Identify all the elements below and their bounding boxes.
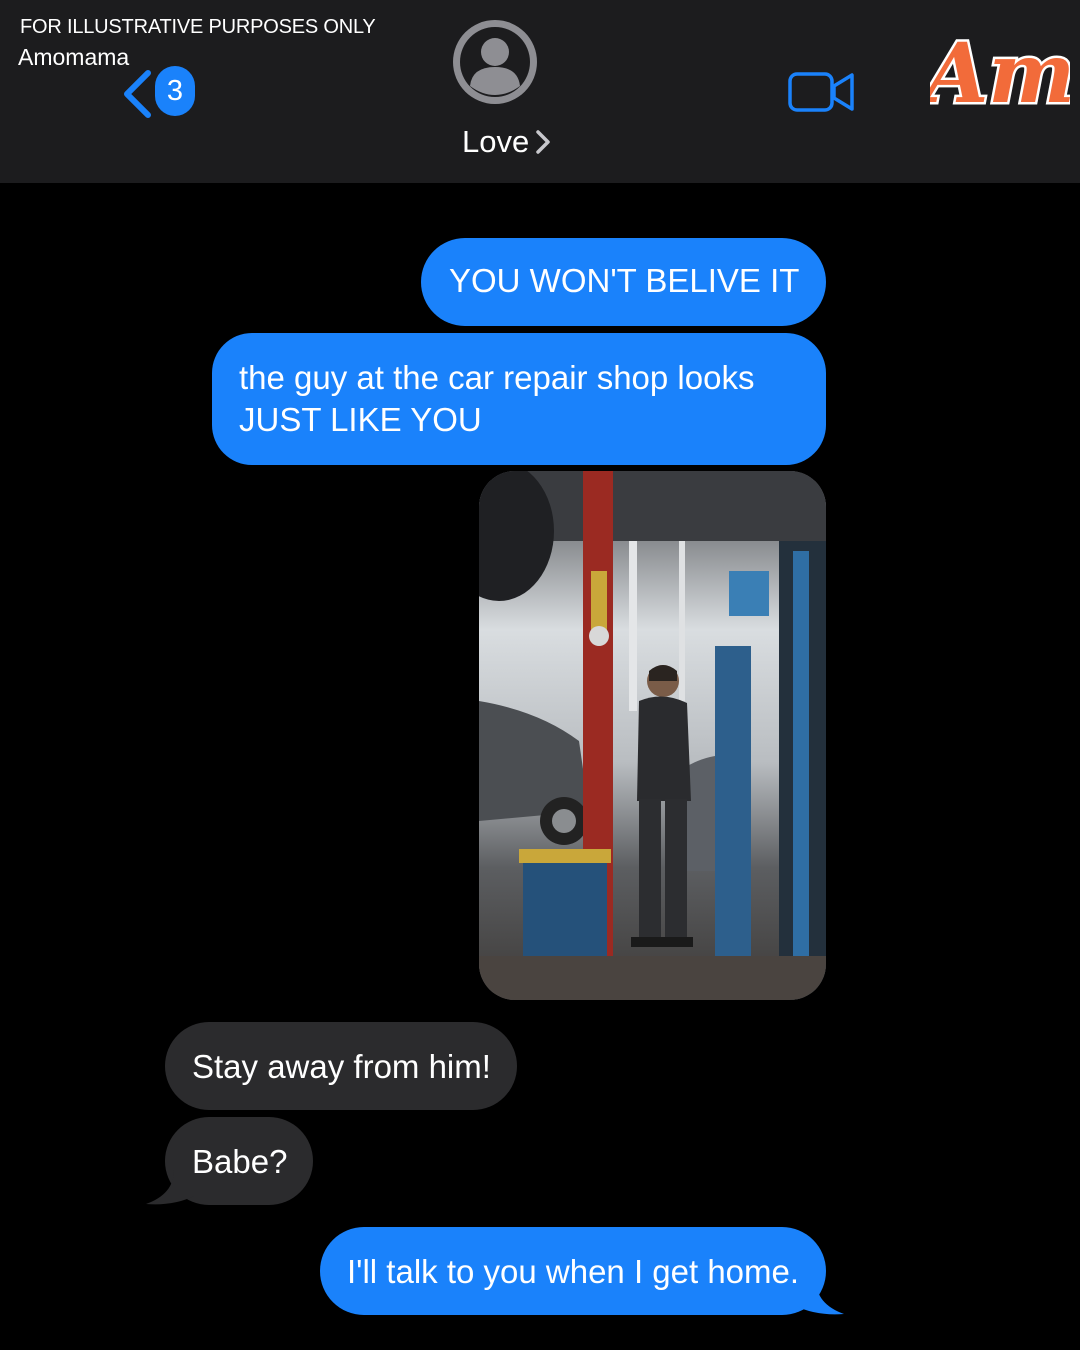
disclaimer-label: FOR ILLUSTRATIVE PURPOSES ONLY (20, 16, 376, 38)
message-photo[interactable] (479, 471, 826, 1000)
outgoing-bubble-tail (796, 1280, 844, 1315)
chevron-left-icon (124, 70, 151, 118)
car-repair-shop-photo (479, 471, 826, 1000)
unread-badge: 3 (155, 66, 195, 116)
message-incoming[interactable]: Stay away from him! (165, 1022, 517, 1110)
amomama-logo: Am (915, 16, 1077, 125)
incoming-bubble-tail (146, 1170, 194, 1205)
message-outgoing[interactable]: the guy at the car repair shop looks JUS… (212, 333, 826, 465)
contact-name-button[interactable]: Love (462, 122, 551, 162)
back-button[interactable]: 3 (120, 66, 200, 120)
contact-avatar[interactable] (452, 19, 538, 105)
conversation-header: FOR ILLUSTRATIVE PURPOSES ONLY Amomama 3… (0, 0, 1080, 183)
video-camera-icon (788, 72, 854, 112)
video-call-button[interactable] (788, 70, 856, 114)
brand-label: Amomama (18, 44, 130, 70)
logo-text: Am (930, 26, 1070, 120)
person-avatar-icon (453, 20, 537, 104)
message-outgoing[interactable]: I'll talk to you when I get home. (320, 1227, 826, 1315)
contact-name: Love (462, 124, 530, 159)
message-outgoing[interactable]: YOU WON'T BELIVE IT (421, 238, 826, 326)
chevron-right-icon (536, 130, 550, 154)
